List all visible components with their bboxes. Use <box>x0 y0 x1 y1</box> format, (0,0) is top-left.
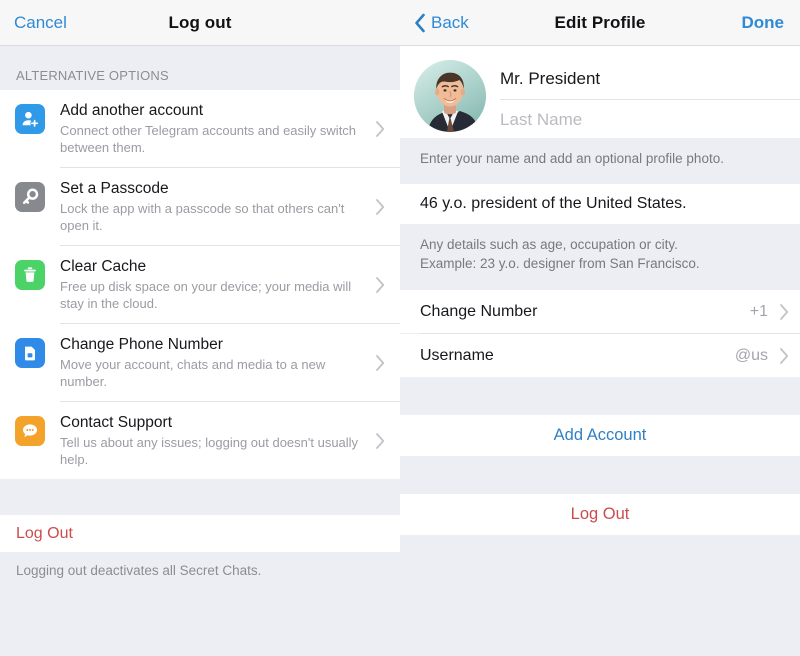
dual-screenshot-container: Cancel Log out ALTERNATIVE OPTIONS Add a… <box>0 0 800 656</box>
log-out-button-label: Log Out <box>16 524 73 542</box>
section-header-alternative-options: ALTERNATIVE OPTIONS <box>0 46 400 90</box>
chevron-right-icon <box>375 198 386 216</box>
list-item-clear-cache[interactable]: Clear Cache Free up disk space on your d… <box>0 246 400 323</box>
sim-card-icon <box>15 338 45 368</box>
name-fields: Mr. President Last Name <box>500 59 800 138</box>
profile-photo <box>414 60 486 132</box>
log-out-button-label: Log Out <box>570 505 630 523</box>
cancel-button-label: Cancel <box>14 12 67 32</box>
log-out-button[interactable]: Log Out <box>0 515 400 552</box>
bio-hint-line-1: Any details such as age, occupation or c… <box>420 237 678 252</box>
list-item-text: Clear Cache Free up disk space on your d… <box>60 257 400 312</box>
alternative-options-list: Add another account Connect other Telegr… <box>0 90 400 479</box>
list-item-text: Change Phone Number Move your account, c… <box>60 335 400 390</box>
chevron-right-icon <box>375 432 386 450</box>
name-hint: Enter your name and add an optional prof… <box>400 138 800 184</box>
list-item-subtitle: Move your account, chats and media to a … <box>60 357 326 389</box>
profile-name-block: Mr. President Last Name <box>400 46 800 138</box>
bio-hint-line-2: Example: 23 y.o. designer from San Franc… <box>420 256 700 271</box>
left-navbar: Cancel Log out <box>0 0 400 46</box>
icon-container <box>0 335 60 368</box>
avatar-container[interactable] <box>400 59 500 138</box>
done-button-label: Done <box>741 12 785 32</box>
list-item-title: Clear Cache <box>60 258 147 275</box>
first-name-input[interactable]: Mr. President <box>500 59 800 99</box>
list-item-title: Change Phone Number <box>60 336 223 353</box>
add-account-button[interactable]: Add Account <box>400 415 800 456</box>
right-navbar: Back Edit Profile Done <box>400 0 800 46</box>
key-icon <box>15 182 45 212</box>
trash-icon <box>15 260 45 290</box>
list-item-add-another-account[interactable]: Add another account Connect other Telegr… <box>0 90 400 167</box>
icon-container <box>0 413 60 446</box>
group-gap <box>400 377 800 415</box>
menu-item-username[interactable]: Username @us <box>400 334 800 377</box>
group-gap <box>400 456 800 494</box>
list-item-subtitle: Tell us about any issues; logging out do… <box>60 435 359 467</box>
log-out-footer-note: Logging out deactivates all Secret Chats… <box>0 552 400 578</box>
chevron-right-icon <box>779 303 790 321</box>
icon-container <box>0 101 60 134</box>
back-button-label: Back <box>431 12 469 32</box>
list-item-subtitle: Lock the app with a passcode so that oth… <box>60 201 345 233</box>
menu-item-change-number[interactable]: Change Number +1 <box>400 290 800 333</box>
icon-container <box>0 179 60 212</box>
chevron-right-icon <box>375 354 386 372</box>
list-item-contact-support[interactable]: Contact Support Tell us about any issues… <box>0 402 400 479</box>
done-button[interactable]: Done <box>742 13 785 33</box>
add-user-icon <box>15 104 45 134</box>
list-item-title: Set a Passcode <box>60 180 169 197</box>
menu-item-label: Change Number <box>420 302 538 320</box>
bio-value: 46 y.o. president of the United States. <box>420 195 687 212</box>
chevron-left-icon <box>414 13 426 33</box>
menu-item-value: +1 <box>749 302 768 320</box>
add-account-button-label: Add Account <box>553 426 647 444</box>
log-out-button[interactable]: Log Out <box>400 494 800 535</box>
last-name-input[interactable]: Last Name <box>500 100 800 140</box>
chevron-right-icon <box>375 120 386 138</box>
list-item-text: Set a Passcode Lock the app with a passc… <box>60 179 400 234</box>
list-item-set-a-passcode[interactable]: Set a Passcode Lock the app with a passc… <box>0 168 400 245</box>
cancel-button[interactable]: Cancel <box>14 13 67 33</box>
group-gap <box>0 479 400 515</box>
right-panel-edit-profile: Back Edit Profile Done Mr. President Las… <box>400 0 800 656</box>
back-button[interactable]: Back <box>414 13 469 33</box>
chevron-right-icon <box>779 347 790 365</box>
avatar[interactable] <box>414 60 486 132</box>
menu-item-label: Username <box>420 346 494 364</box>
right-page-title: Edit Profile <box>554 12 646 32</box>
left-page-title: Log out <box>168 12 232 32</box>
account-menu-group: Change Number +1 Username @us <box>400 290 800 377</box>
last-name-placeholder: Last Name <box>500 110 583 129</box>
first-name-value: Mr. President <box>500 69 601 88</box>
chat-bubble-icon <box>15 416 45 446</box>
bottom-gap <box>400 535 800 579</box>
list-item-subtitle: Connect other Telegram accounts and easi… <box>60 123 357 155</box>
icon-container <box>0 257 60 290</box>
list-item-subtitle: Free up disk space on your device; your … <box>60 279 352 311</box>
bio-hint: Any details such as age, occupation or c… <box>400 224 800 290</box>
menu-item-value: @us <box>734 346 768 364</box>
list-item-change-phone-number[interactable]: Change Phone Number Move your account, c… <box>0 324 400 401</box>
list-item-text: Contact Support Tell us about any issues… <box>60 413 400 468</box>
list-item-title: Add another account <box>60 102 204 119</box>
list-item-text: Add another account Connect other Telegr… <box>60 101 400 156</box>
name-hint-text: Enter your name and add an optional prof… <box>420 151 724 166</box>
bio-input[interactable]: 46 y.o. president of the United States. <box>400 184 800 224</box>
list-item-title: Contact Support <box>60 414 173 431</box>
chevron-right-icon <box>375 276 386 294</box>
left-panel-log-out: Cancel Log out ALTERNATIVE OPTIONS Add a… <box>0 0 400 656</box>
